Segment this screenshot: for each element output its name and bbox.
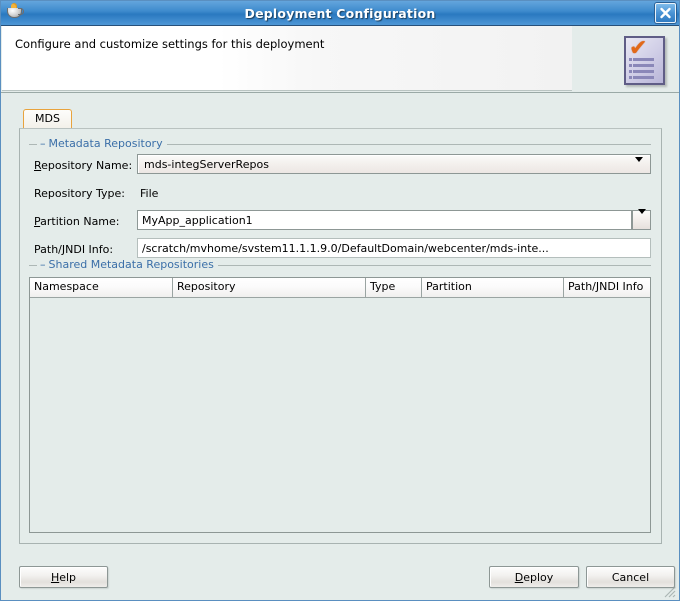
title-bar[interactable]: Deployment Configuration xyxy=(1,1,679,26)
column-header-namespace[interactable]: Namespace xyxy=(30,278,173,297)
tab-mds[interactable]: MDS xyxy=(23,109,72,128)
chevron-down-icon xyxy=(635,157,643,175)
deploy-button[interactable]: Deploy xyxy=(489,566,579,588)
close-icon[interactable] xyxy=(655,3,676,23)
group-shared-metadata-repositories: – Shared Metadata Repositories xyxy=(29,258,651,272)
table-body[interactable] xyxy=(30,298,650,532)
group-metadata-repository-title: Metadata Repository xyxy=(48,137,163,150)
group-metadata-repository: – Metadata Repository xyxy=(29,137,651,151)
repository-type-label: Repository Type: xyxy=(34,187,125,200)
cancel-button[interactable]: Cancel xyxy=(586,566,675,588)
window-title: Deployment Configuration xyxy=(244,5,436,21)
tab-strip: MDS xyxy=(23,109,72,128)
group-shared-metadata-repositories-title: Shared Metadata Repositories xyxy=(48,258,214,271)
partition-name-label: Partition Name: xyxy=(34,215,120,228)
deployment-configuration-dialog: Deployment Configuration Configure and c… xyxy=(0,0,680,601)
header-gradient xyxy=(2,26,572,91)
path-jndi-info-field: /scratch/mvhome/svstem11.1.1.9.0/Default… xyxy=(137,238,651,258)
column-header-repository[interactable]: Repository xyxy=(173,278,366,297)
dialog-footer: Help Deploy Cancel xyxy=(1,554,679,600)
column-header-partition[interactable]: Partition xyxy=(422,278,564,297)
partition-name-value: MyApp_application1 xyxy=(142,213,253,227)
repository-name-combobox[interactable]: mds-integServerRepos xyxy=(137,154,651,175)
dialog-body: MDS – Metadata Repository Repository Name… xyxy=(1,93,679,600)
checklist-icon: ✔ xyxy=(624,36,665,85)
chevron-down-icon xyxy=(637,208,646,227)
table-header-row: Namespace Repository Type Partition Path… xyxy=(30,278,650,298)
header-description: Configure and customize settings for thi… xyxy=(15,37,325,51)
shared-metadata-repositories-table[interactable]: Namespace Repository Type Partition Path… xyxy=(29,277,651,533)
column-header-path-jndi-info[interactable]: Path/JNDI Info xyxy=(564,278,650,297)
java-coffee-cup-icon xyxy=(5,4,24,22)
path-jndi-info-value: /scratch/mvhome/svstem11.1.1.9.0/Default… xyxy=(142,241,549,255)
repository-type-value: File xyxy=(140,187,159,200)
column-header-type[interactable]: Type xyxy=(366,278,422,297)
partition-name-dropdown-button[interactable] xyxy=(632,208,651,230)
dialog-header: Configure and customize settings for thi… xyxy=(1,26,679,93)
tab-content-panel: – Metadata Repository Repository Name: md… xyxy=(19,128,662,544)
help-button[interactable]: Help xyxy=(19,566,108,588)
repository-name-label: Repository Name: xyxy=(34,159,133,172)
partition-name-input[interactable]: MyApp_application1 xyxy=(137,210,632,230)
repository-name-value: mds-integServerRepos xyxy=(144,157,269,171)
resize-grip[interactable] xyxy=(664,586,676,598)
path-jndi-info-label: Path/JNDI Info: xyxy=(34,243,114,256)
